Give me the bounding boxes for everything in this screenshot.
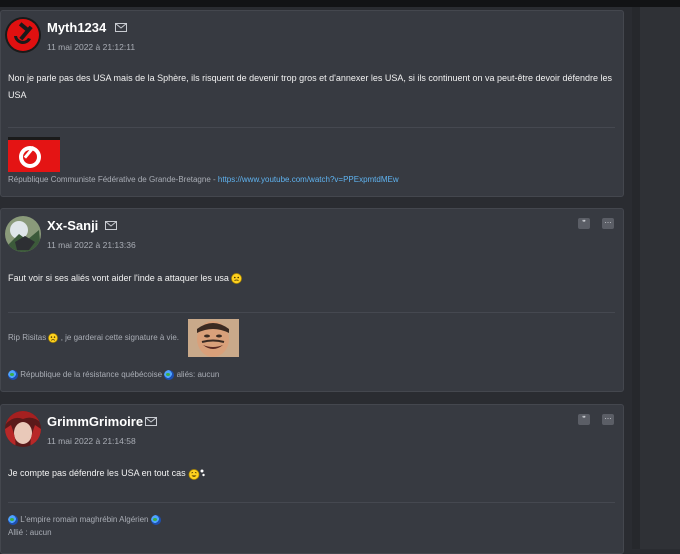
forum-post: Xx-Sanji ❞ ⋯ 11 mai 2022 à 21:13:36 Faut… [0,208,624,392]
right-sidebar [640,7,680,549]
signature-flag-image [8,137,60,172]
post-timestamp: 11 mai 2022 à 21:13:36 [47,240,136,250]
quote-button[interactable]: ❞ [578,414,590,425]
signature-divider [8,502,615,503]
forum-post: Myth1234 11 mai 2022 à 21:12:11 Non je p… [0,10,624,197]
globe-icon [8,515,18,525]
signature-nation: République Communiste Fédérative de Gran… [8,175,218,184]
signature-nation-line: L'empire romain maghrébin Algérien [8,515,161,525]
signature-link[interactable]: https://www.youtube.com/watch?v=PPExpmtd… [218,175,399,184]
username[interactable]: Myth1234 [47,20,106,35]
scroll-gutter [632,7,640,549]
smiley-icon [231,273,243,284]
signature-divider [8,127,615,128]
laughing-smiley-icon [188,468,205,480]
signature-nation: République de la résistance québécoise [20,370,163,380]
top-bar [0,0,680,7]
forum-post: GrimmGrimoire ❞ ⋯ 11 mai 2022 à 21:14:58… [0,404,624,554]
signature-nation-line: République de la résistance québécoise a… [8,370,219,380]
avatar[interactable] [5,17,41,53]
risitas-image [188,319,239,357]
mail-icon[interactable] [145,417,157,426]
globe-icon [164,370,175,380]
sad-smiley-icon [48,333,59,343]
post-timestamp: 11 mai 2022 à 21:12:11 [47,42,136,52]
post-timestamp: 11 mai 2022 à 21:14:58 [47,436,136,446]
mail-icon[interactable] [115,23,127,32]
avatar[interactable] [5,411,41,447]
signature-allies: Allié : aucun [8,528,52,537]
username[interactable]: Xx-Sanji [47,218,98,233]
post-body: Faut voir si ses aliés vont aider l'inde… [8,270,615,287]
signature-allies: aliés: aucun [176,370,220,380]
avatar[interactable] [5,216,41,252]
signature-text: République Communiste Fédérative de Gran… [8,175,399,184]
post-body: Je compte pas défendre les USA en tout c… [8,465,615,482]
signature-divider [8,312,615,313]
username[interactable]: GrimmGrimoire [47,414,143,429]
post-body: Non je parle pas des USA mais de la Sphè… [8,73,613,100]
quote-button[interactable]: ❞ [578,218,590,229]
globe-icon [8,370,18,380]
signature-nation: L'empire romain maghrébin Algérien [20,515,149,525]
more-options-button[interactable]: ⋯ [602,218,614,229]
mail-icon[interactable] [105,221,117,230]
post-body-text: Je compte pas défendre les USA en tout c… [8,468,186,478]
signature-rip: Rip Risitas , je garderai cette signatur… [8,333,179,343]
signature-rip-label: Rip Risitas [8,333,47,343]
post-body-text: Faut voir si ses aliés vont aider l'inde… [8,273,229,283]
signature-rip-tail: , je garderai cette signature à vie. [60,333,179,343]
globe-icon [150,515,161,525]
more-options-button[interactable]: ⋯ [602,414,614,425]
